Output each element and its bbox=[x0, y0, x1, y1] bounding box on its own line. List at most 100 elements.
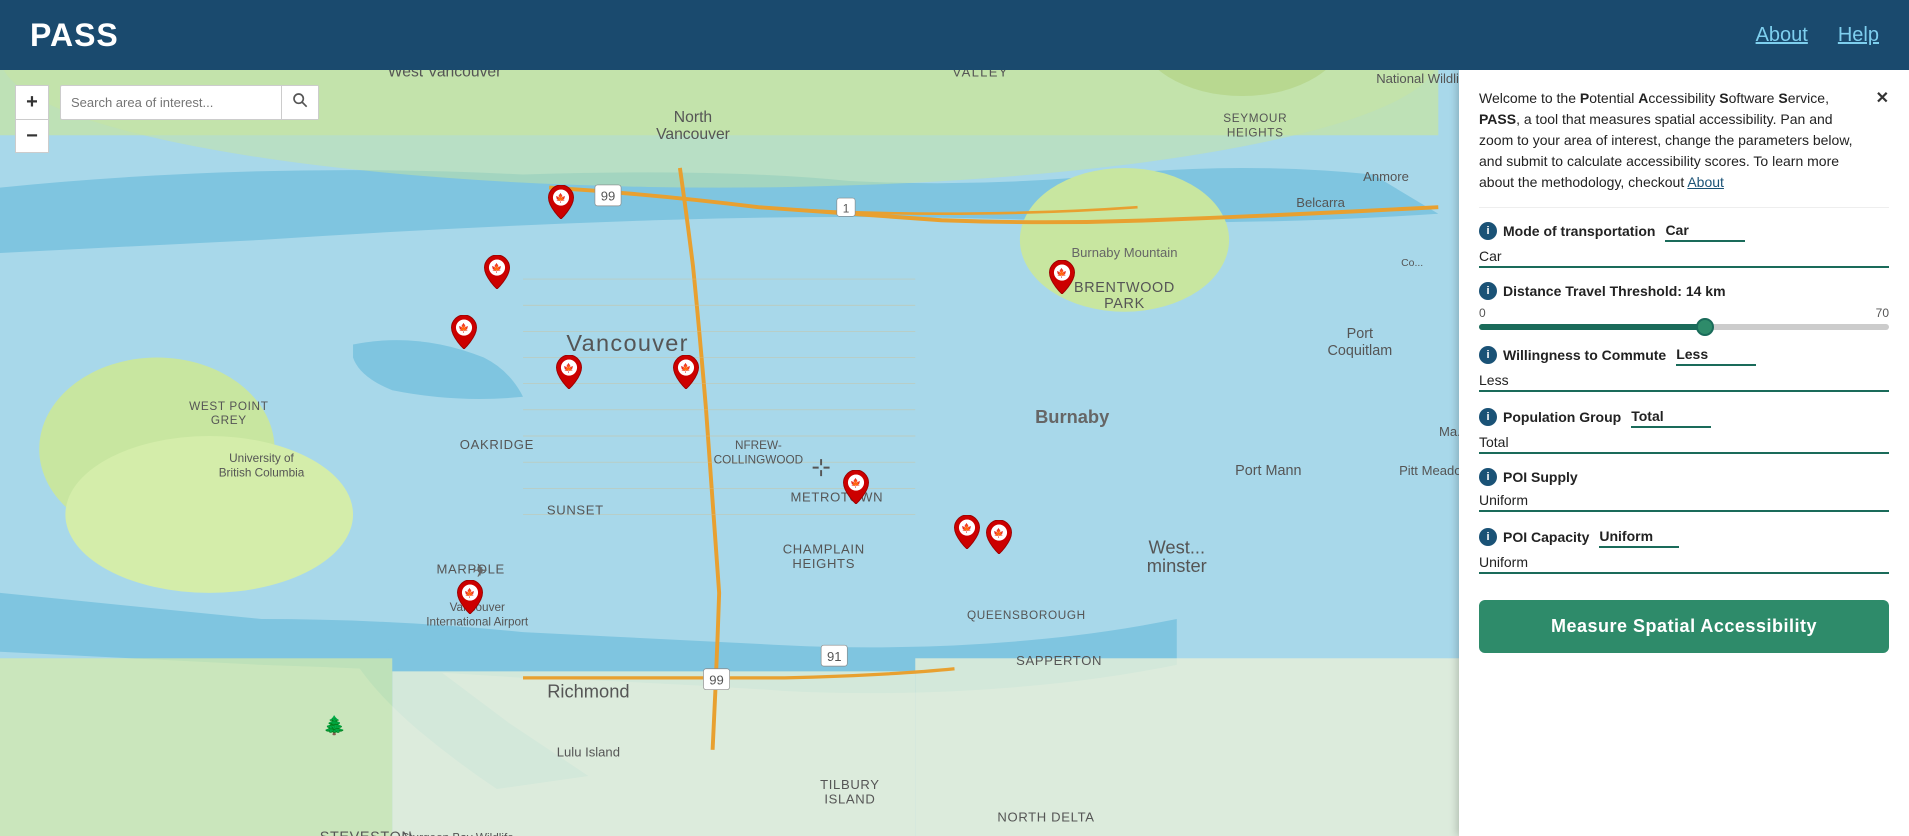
close-welcome-button[interactable]: ✕ bbox=[1876, 88, 1889, 108]
svg-text:Burnaby Mountain: Burnaby Mountain bbox=[1071, 245, 1177, 260]
slider-max: 70 bbox=[1876, 306, 1889, 320]
svg-text:🍁: 🍁 bbox=[491, 262, 502, 273]
svg-text:CHAMPLAIN: CHAMPLAIN bbox=[783, 542, 865, 557]
svg-text:GREY: GREY bbox=[211, 414, 247, 427]
svg-text:SEYMOUR: SEYMOUR bbox=[1223, 112, 1287, 125]
mode-transport-section: i Mode of transportation Car Car Transit… bbox=[1479, 220, 1889, 268]
svg-text:British Columbia: British Columbia bbox=[219, 467, 305, 480]
svg-text:minster: minster bbox=[1147, 555, 1207, 576]
poi-supply-select[interactable]: Uniform Weighted bbox=[1479, 490, 1889, 512]
map-marker-7[interactable]: 🍁 bbox=[842, 470, 870, 504]
distance-slider-thumb[interactable] bbox=[1696, 318, 1714, 336]
mode-info-icon[interactable]: i bbox=[1479, 222, 1497, 240]
svg-text:🍁: 🍁 bbox=[850, 477, 861, 488]
svg-text:TILBURY: TILBURY bbox=[820, 777, 880, 792]
svg-text:🍁: 🍁 bbox=[993, 527, 1004, 538]
about-link[interactable]: About bbox=[1756, 24, 1808, 47]
population-label: i Population Group Total bbox=[1479, 406, 1889, 428]
svg-text:🌲: 🌲 bbox=[323, 715, 346, 737]
svg-text:Burnaby: Burnaby bbox=[1035, 406, 1110, 427]
right-panel: ✕ Welcome to the Potential Accessibility… bbox=[1459, 70, 1909, 836]
svg-text:PARK: PARK bbox=[1104, 296, 1145, 312]
poi-supply-section: i POI Supply Uniform Weighted bbox=[1479, 468, 1889, 512]
svg-text:Sturgeon Bay Wildlife: Sturgeon Bay Wildlife bbox=[401, 831, 514, 836]
map-container: West Vancouver North Vancouver VALLEY DE… bbox=[0, 70, 1909, 836]
svg-text:ISLAND: ISLAND bbox=[824, 791, 875, 806]
svg-text:VALLEY: VALLEY bbox=[953, 70, 1009, 79]
svg-text:Belcarra: Belcarra bbox=[1296, 195, 1345, 210]
search-button[interactable] bbox=[281, 86, 318, 119]
distance-info-icon[interactable]: i bbox=[1479, 282, 1497, 300]
population-section: i Population Group Total Total Children … bbox=[1479, 406, 1889, 454]
svg-text:99: 99 bbox=[709, 672, 724, 687]
svg-text:⊹: ⊹ bbox=[811, 454, 831, 480]
poi-capacity-select[interactable]: Uniform Weighted bbox=[1479, 552, 1889, 574]
mode-transport-select[interactable]: Car Transit Walking Cycling bbox=[1479, 246, 1889, 268]
svg-text:Anmore: Anmore bbox=[1363, 169, 1409, 184]
svg-text:HEIGHTS: HEIGHTS bbox=[792, 556, 855, 571]
app-logo: PASS bbox=[30, 17, 119, 54]
welcome-text: Welcome to the Potential Accessibility S… bbox=[1479, 88, 1889, 193]
zoom-controls: + − bbox=[15, 85, 49, 153]
svg-text:Port Mann: Port Mann bbox=[1235, 463, 1301, 479]
svg-text:SUNSET: SUNSET bbox=[547, 502, 604, 517]
svg-text:BRENTWOOD: BRENTWOOD bbox=[1074, 280, 1175, 296]
about-link-inline[interactable]: About bbox=[1687, 174, 1724, 190]
distance-slider-fill bbox=[1479, 324, 1705, 330]
welcome-box: ✕ Welcome to the Potential Accessibility… bbox=[1479, 88, 1889, 193]
map-marker-8[interactable]: 🍁 bbox=[953, 515, 981, 549]
mode-transport-label: i Mode of transportation Car bbox=[1479, 220, 1889, 242]
population-select[interactable]: Total Children Elderly bbox=[1479, 432, 1889, 454]
svg-text:QUEENSBOROUGH: QUEENSBOROUGH bbox=[967, 609, 1086, 622]
distance-label: i Distance Travel Threshold: 14 km bbox=[1479, 282, 1889, 300]
help-link[interactable]: Help bbox=[1838, 24, 1879, 47]
svg-text:WEST POINT: WEST POINT bbox=[189, 400, 268, 413]
svg-text:Port: Port bbox=[1347, 326, 1373, 342]
map-marker-5[interactable]: 🍁 bbox=[672, 355, 700, 389]
poi-supply-info-icon[interactable]: i bbox=[1479, 468, 1497, 486]
svg-text:🍁: 🍁 bbox=[555, 192, 566, 203]
map-marker-9[interactable]: 🍁 bbox=[985, 520, 1013, 554]
distance-threshold-section: i Distance Travel Threshold: 14 km 0 70 bbox=[1479, 282, 1889, 330]
measure-spatial-accessibility-button[interactable]: Measure Spatial Accessibility bbox=[1479, 600, 1889, 653]
map-marker-4[interactable]: 🍁 bbox=[555, 355, 583, 389]
svg-text:1: 1 bbox=[843, 202, 850, 215]
svg-text:Coquitlam: Coquitlam bbox=[1327, 343, 1392, 359]
map-marker-2[interactable]: 🍁 bbox=[483, 255, 511, 289]
svg-text:HEIGHTS: HEIGHTS bbox=[1227, 127, 1284, 140]
svg-text:North: North bbox=[674, 109, 712, 126]
svg-text:🍁: 🍁 bbox=[458, 322, 469, 333]
svg-text:🍁: 🍁 bbox=[961, 522, 972, 533]
svg-text:99: 99 bbox=[601, 189, 616, 204]
svg-text:OAKRIDGE: OAKRIDGE bbox=[460, 437, 534, 452]
svg-text:NORTH DELTA: NORTH DELTA bbox=[997, 810, 1094, 825]
zoom-in-button[interactable]: + bbox=[15, 85, 49, 119]
svg-text:SAPPERTON: SAPPERTON bbox=[1016, 653, 1102, 668]
willingness-select[interactable]: Less More bbox=[1479, 370, 1889, 392]
map-marker-3[interactable]: 🍁 bbox=[450, 315, 478, 349]
map-marker-1[interactable]: 🍁 bbox=[547, 185, 575, 219]
search-box bbox=[60, 85, 319, 120]
distance-slider-track bbox=[1479, 324, 1889, 330]
svg-text:Vancouver: Vancouver bbox=[566, 330, 688, 356]
willingness-info-icon[interactable]: i bbox=[1479, 346, 1497, 364]
poi-capacity-section: i POI Capacity Uniform Uniform Weighted bbox=[1479, 526, 1889, 574]
poi-capacity-info-icon[interactable]: i bbox=[1479, 528, 1497, 546]
svg-text:NFREW-: NFREW- bbox=[735, 439, 782, 452]
svg-text:Richmond: Richmond bbox=[547, 681, 629, 702]
willingness-label: i Willingness to Commute Less bbox=[1479, 344, 1889, 366]
svg-text:West Vancouver: West Vancouver bbox=[388, 70, 502, 80]
population-info-icon[interactable]: i bbox=[1479, 408, 1497, 426]
svg-text:University of: University of bbox=[229, 452, 294, 465]
svg-text:Lulu Island: Lulu Island bbox=[557, 744, 620, 759]
svg-text:🍁: 🍁 bbox=[680, 362, 691, 373]
zoom-out-button[interactable]: − bbox=[15, 119, 49, 153]
search-input[interactable] bbox=[61, 89, 281, 116]
svg-text:COLLINGWOOD: COLLINGWOOD bbox=[714, 453, 803, 466]
map-marker-10[interactable]: 🍁 bbox=[456, 580, 484, 614]
svg-text:🍁: 🍁 bbox=[464, 587, 475, 598]
poi-supply-label: i POI Supply bbox=[1479, 468, 1889, 486]
svg-text:Vancouver: Vancouver bbox=[656, 126, 730, 143]
map-marker-6[interactable]: 🍁 bbox=[1048, 260, 1076, 294]
svg-text:STEVESTON: STEVESTON bbox=[320, 829, 413, 836]
